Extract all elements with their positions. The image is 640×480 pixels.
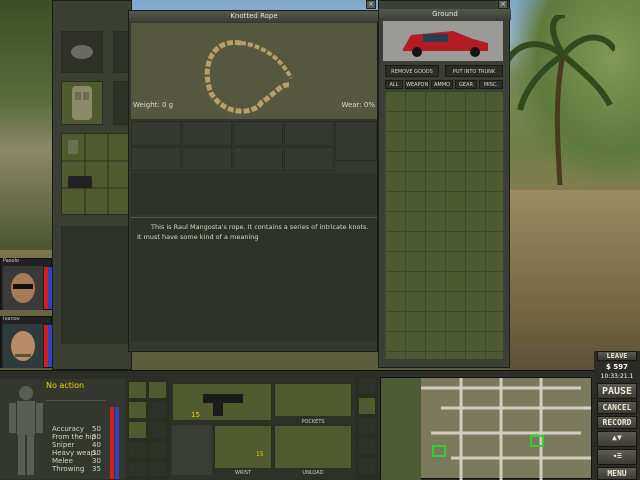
merc-inventory-panel bbox=[52, 0, 133, 370]
minimap[interactable] bbox=[380, 377, 592, 480]
item-description-box: This is Raul Mangosta's rope. It contain… bbox=[131, 217, 377, 342]
item-title: Knotted Rope bbox=[129, 11, 379, 22]
ground-close-icon[interactable]: × bbox=[498, 0, 508, 9]
action-icon-column bbox=[356, 375, 378, 479]
pause-button[interactable]: PAUSE bbox=[597, 383, 637, 399]
helmet-icon bbox=[71, 45, 93, 59]
tab-misc[interactable]: MISC. bbox=[479, 80, 503, 89]
vehicle-preview bbox=[383, 21, 503, 61]
tab-gear[interactable]: GEAR bbox=[455, 80, 477, 89]
merc-card-ivanov[interactable]: Ivanov bbox=[0, 316, 52, 368]
item-grid bbox=[131, 121, 377, 171]
item-grid-cell[interactable] bbox=[335, 121, 377, 161]
action-icon-button[interactable] bbox=[358, 437, 376, 455]
weapon-slot[interactable]: 15 bbox=[172, 383, 272, 421]
action-icon-button[interactable] bbox=[358, 457, 376, 475]
vest-icon bbox=[72, 86, 92, 120]
item-grid-cell[interactable] bbox=[233, 147, 283, 171]
unload-label[interactable]: UNLOAD bbox=[274, 470, 352, 476]
energy-bar bbox=[48, 325, 52, 367]
merc-portrait-icon bbox=[3, 324, 43, 368]
leave-button[interactable]: LEAVE bbox=[597, 351, 637, 361]
item-grid-cell[interactable] bbox=[284, 121, 334, 146]
item-grid-cell[interactable] bbox=[131, 121, 181, 146]
ground-terrain bbox=[505, 190, 640, 370]
helmet-slot[interactable] bbox=[61, 31, 103, 73]
unload-slot[interactable] bbox=[274, 425, 352, 469]
action-list bbox=[172, 425, 212, 475]
tab-ammo[interactable]: AMMO bbox=[431, 80, 453, 89]
vest-slot[interactable] bbox=[61, 81, 103, 125]
item-detail-window: Knotted Rope Weight: 0 g Wear: 0% This i… bbox=[128, 10, 379, 352]
stance-prone-button[interactable] bbox=[128, 401, 147, 419]
item-grid-cell[interactable] bbox=[182, 121, 232, 146]
action-icon-button[interactable] bbox=[358, 377, 376, 395]
tab-weapon[interactable]: WEAPON bbox=[405, 80, 429, 89]
remove-goods-button[interactable]: REMOVE GOODS bbox=[385, 65, 439, 77]
backpack-slot[interactable] bbox=[61, 226, 131, 344]
action-label: No action bbox=[46, 381, 85, 390]
walk-button[interactable] bbox=[148, 441, 167, 459]
weight-label: Weight: 0 g bbox=[133, 101, 174, 109]
pockets-grid[interactable] bbox=[274, 383, 352, 417]
palm-tree-icon bbox=[505, 15, 615, 185]
ground-title: Ground bbox=[379, 9, 511, 20]
bottom-hud: No action Accuracy 50 From the hip 30 Snip… bbox=[0, 351, 640, 480]
foliage-left bbox=[0, 0, 55, 250]
cancel-button[interactable]: CANCEL bbox=[597, 401, 637, 414]
squad-button[interactable] bbox=[148, 461, 167, 477]
money-display: $ 597 bbox=[606, 363, 628, 371]
health-bar bbox=[110, 407, 114, 479]
time-display: 10:33:21.1 bbox=[600, 373, 634, 380]
map-toggle-button[interactable]: ▲▼ bbox=[597, 431, 637, 447]
stance-crouch-button[interactable] bbox=[148, 381, 167, 399]
tab-all[interactable]: ALL bbox=[385, 80, 403, 89]
stance-buttons bbox=[127, 379, 169, 479]
body-silhouette-icon bbox=[9, 386, 43, 475]
merc-name: Pasolo bbox=[3, 258, 19, 264]
secondary-count: 15 bbox=[256, 451, 264, 458]
action-meter bbox=[46, 393, 106, 401]
merc-stats-panel: No action Accuracy 50 From the hip 30 Snip… bbox=[0, 379, 125, 479]
burst-button[interactable] bbox=[148, 421, 167, 439]
right-controls: LEAVE $ 597 10:33:21.1 PAUSE CANCEL RECO… bbox=[594, 351, 640, 480]
item-empty-area bbox=[131, 173, 377, 215]
merc-card-pasolo[interactable]: Pasolo bbox=[0, 258, 52, 310]
menu-button[interactable]: MENU bbox=[597, 467, 637, 480]
merc-name: Ivanov bbox=[3, 316, 20, 322]
options-button[interactable]: ◂≡ bbox=[597, 449, 637, 465]
speaker-icon: ◂≡ bbox=[612, 451, 622, 460]
action-icon-button[interactable] bbox=[358, 397, 376, 415]
ground-items-grid[interactable] bbox=[385, 91, 503, 359]
energy-bar bbox=[115, 407, 119, 479]
record-button[interactable]: RECORD bbox=[597, 416, 637, 429]
item-grid-cell[interactable] bbox=[182, 147, 232, 171]
stance-stand-button[interactable] bbox=[128, 381, 147, 399]
action-icon-button[interactable] bbox=[358, 417, 376, 435]
close-icon[interactable]: × bbox=[366, 0, 376, 9]
energy-bar bbox=[48, 267, 52, 309]
car-icon bbox=[403, 31, 488, 57]
ground-window: Ground REMOVE GOODS PUT INTO TRUNK ALL W… bbox=[378, 0, 511, 368]
wrist-label: WRIST bbox=[234, 470, 252, 476]
minimap-terrain bbox=[381, 378, 591, 480]
pistol-icon bbox=[203, 394, 243, 416]
wear-label: Wear: 0% bbox=[341, 101, 375, 109]
item-grid-cell[interactable] bbox=[131, 147, 181, 171]
item-grid-cell[interactable] bbox=[284, 147, 334, 171]
belt-grid[interactable] bbox=[61, 133, 132, 216]
item-preview-area: Weight: 0 g Wear: 0% bbox=[131, 23, 377, 119]
put-into-trunk-button[interactable]: PUT INTO TRUNK bbox=[445, 65, 503, 77]
weapon-panel: 15 POCKETS 15 WRIST UNLOAD bbox=[170, 379, 355, 479]
merc-portrait-icon bbox=[3, 266, 43, 310]
wrist-slot[interactable] bbox=[214, 425, 272, 469]
aim-button[interactable] bbox=[128, 421, 147, 439]
item-description: This is Raul Mangosta's rope. It contain… bbox=[137, 223, 369, 241]
run-button[interactable] bbox=[128, 441, 147, 459]
fire-mode-button[interactable] bbox=[148, 401, 167, 419]
group-button[interactable] bbox=[128, 461, 147, 477]
map-toggle-icon: ▲▼ bbox=[612, 433, 622, 442]
ammo-count: 15 bbox=[191, 411, 200, 419]
item-grid-cell[interactable] bbox=[233, 121, 283, 146]
